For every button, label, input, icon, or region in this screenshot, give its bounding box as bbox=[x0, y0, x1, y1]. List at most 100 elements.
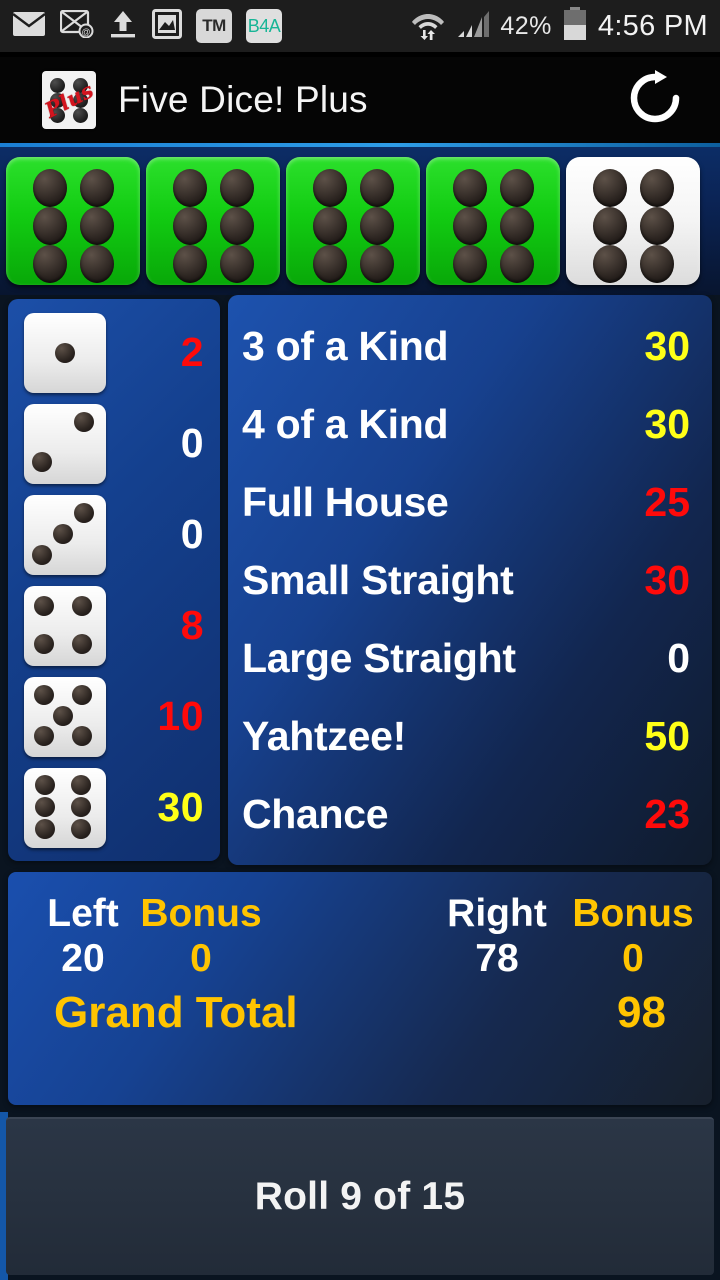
die-pip bbox=[592, 245, 627, 283]
die-pip bbox=[32, 245, 67, 283]
lower-section-panel: 3 of a Kind 30 4 of a Kind 30 Full House 25 Sm… bbox=[228, 295, 712, 865]
category-score-value: 50 bbox=[644, 712, 690, 759]
category-score-value: 30 bbox=[644, 322, 690, 369]
upper-score-value-6: 30 bbox=[157, 784, 204, 830]
upper-score-value-1: 2 bbox=[180, 329, 204, 375]
upper-section-row-2[interactable]: 0 bbox=[8, 398, 220, 489]
category-score-value: 30 bbox=[644, 400, 690, 447]
b4a-badge-icon: B4A bbox=[246, 9, 282, 43]
lower-section-row-5[interactable]: Yahtzee! 50 bbox=[242, 697, 690, 775]
die-pip bbox=[53, 523, 73, 544]
die-pip bbox=[79, 245, 114, 283]
die-pip bbox=[219, 207, 254, 245]
die-pip bbox=[452, 207, 487, 245]
die-pip bbox=[74, 411, 94, 432]
die-pip bbox=[592, 207, 627, 245]
die-pip bbox=[32, 207, 67, 245]
die-face-2-icon bbox=[24, 403, 106, 484]
die-pip bbox=[72, 595, 92, 616]
status-bar: @ TM B4A 42% 4:56 PM bbox=[0, 0, 720, 52]
die-pip bbox=[72, 725, 92, 746]
upper-score-value-4: 8 bbox=[180, 602, 204, 648]
dice-tray bbox=[0, 147, 720, 295]
lower-section-row-3[interactable]: Small Straight 30 bbox=[242, 541, 690, 619]
die-pip bbox=[499, 169, 534, 207]
left-bonus-label: Bonus bbox=[140, 892, 262, 935]
right-bonus-value: 0 bbox=[622, 936, 644, 980]
die-pip bbox=[359, 207, 394, 245]
die-pip bbox=[32, 451, 52, 472]
die-pip bbox=[172, 207, 207, 245]
right-total-label: Right bbox=[447, 892, 547, 935]
category-label: Full House bbox=[242, 478, 449, 525]
category-score-value: 25 bbox=[644, 478, 690, 525]
die-pip bbox=[312, 207, 347, 245]
die-pip bbox=[53, 705, 73, 726]
upper-section-row-4[interactable]: 8 bbox=[8, 580, 220, 671]
battery-percent-label: 42% bbox=[500, 11, 552, 40]
upper-section-row-1[interactable]: 2 bbox=[8, 307, 220, 398]
die-pip bbox=[71, 774, 91, 795]
die-face-6-icon bbox=[24, 767, 106, 848]
lower-section-row-1[interactable]: 4 of a Kind 30 bbox=[242, 385, 690, 463]
die-pip bbox=[71, 796, 91, 817]
die-pip bbox=[639, 169, 674, 207]
upper-section-row-3[interactable]: 0 bbox=[8, 489, 220, 580]
lower-section-row-0[interactable]: 3 of a Kind 30 bbox=[242, 307, 690, 385]
refresh-button[interactable] bbox=[624, 69, 686, 131]
die-pip bbox=[34, 684, 54, 705]
tray-die-3[interactable] bbox=[286, 157, 420, 285]
die-pip bbox=[499, 207, 534, 245]
roll-counter-label: Roll 9 of 15 bbox=[254, 1175, 466, 1218]
wifi-transfer-icon bbox=[410, 8, 446, 45]
category-label: Chance bbox=[242, 790, 389, 837]
die-pip bbox=[359, 245, 394, 283]
status-bar-notification-icons: @ TM B4A bbox=[12, 8, 282, 44]
die-pip bbox=[219, 169, 254, 207]
gallery-icon bbox=[152, 8, 182, 44]
cellular-signal-icon bbox=[456, 9, 490, 44]
category-label: Yahtzee! bbox=[242, 712, 406, 759]
die-face-5-icon bbox=[24, 676, 106, 757]
category-label: Large Straight bbox=[242, 634, 516, 681]
five-dice-plus-app-icon: Plus bbox=[41, 71, 97, 129]
die-pip bbox=[55, 342, 75, 363]
upload-icon bbox=[108, 9, 138, 44]
envelope-icon bbox=[12, 11, 46, 42]
tray-die-2[interactable] bbox=[146, 157, 280, 285]
grand-total-value: 98 bbox=[617, 988, 666, 1037]
tray-die-4[interactable] bbox=[426, 157, 560, 285]
die-face-4-icon bbox=[24, 585, 106, 666]
category-label: Small Straight bbox=[242, 556, 514, 603]
die-pip bbox=[35, 796, 55, 817]
upper-score-value-3: 0 bbox=[180, 511, 204, 557]
die-pip bbox=[79, 207, 114, 245]
category-score-value: 30 bbox=[644, 556, 690, 603]
battery-icon bbox=[562, 6, 588, 46]
upper-section-row-6[interactable]: 30 bbox=[8, 762, 220, 853]
left-bonus-value: 0 bbox=[190, 936, 212, 980]
die-pip bbox=[312, 245, 347, 283]
roll-button[interactable]: Roll 9 of 15 bbox=[6, 1117, 714, 1275]
lower-section-row-4[interactable]: Large Straight 0 bbox=[242, 619, 690, 697]
die-pip bbox=[452, 169, 487, 207]
die-pip bbox=[499, 245, 534, 283]
die-pip bbox=[34, 595, 54, 616]
die-pip bbox=[172, 245, 207, 283]
tray-die-1[interactable] bbox=[6, 157, 140, 285]
app-bar: Plus Five Dice! Plus bbox=[0, 57, 720, 143]
die-pip bbox=[35, 774, 55, 795]
die-pip bbox=[72, 633, 92, 654]
app-screen: @ TM B4A 42% 4:56 PM Plus Five Dice! Plu… bbox=[0, 0, 720, 1280]
refresh-icon bbox=[626, 69, 684, 132]
category-score-value: 0 bbox=[667, 634, 690, 681]
lower-section-row-2[interactable]: Full House 25 bbox=[242, 463, 690, 541]
right-total-value: 78 bbox=[475, 936, 519, 980]
status-bar-system-icons: 42% 4:56 PM bbox=[410, 6, 708, 46]
upper-section-panel: 2 0 0 8 10 30 bbox=[8, 299, 220, 861]
lower-section-row-6[interactable]: Chance 23 bbox=[242, 775, 690, 853]
upper-section-row-5[interactable]: 10 bbox=[8, 671, 220, 762]
tm-badge-icon: TM bbox=[196, 9, 232, 43]
right-bonus-label: Bonus bbox=[572, 892, 694, 935]
tray-die-5[interactable] bbox=[566, 157, 700, 285]
